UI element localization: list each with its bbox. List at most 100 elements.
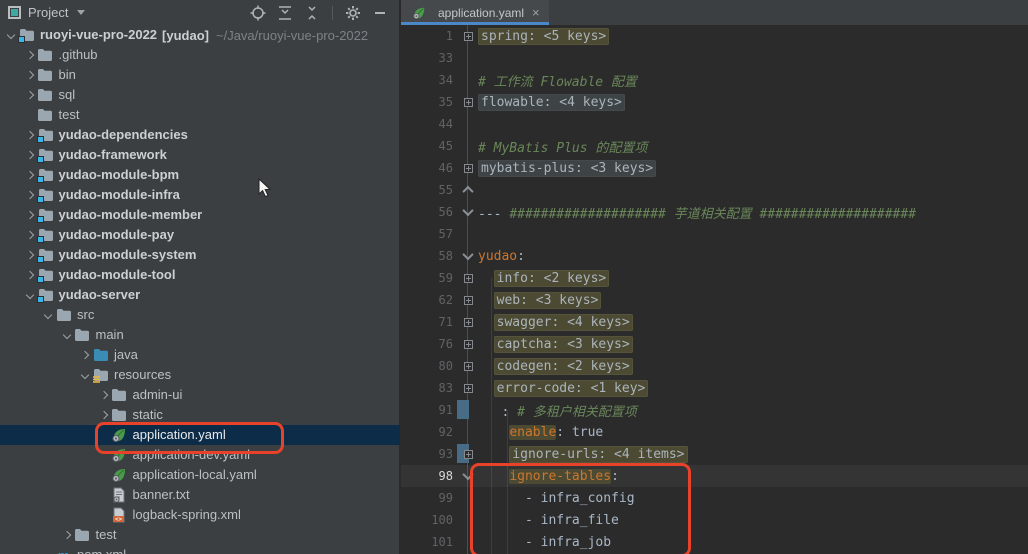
line-number: 100 xyxy=(401,513,453,527)
fold-collapsed-icon[interactable] xyxy=(461,157,475,179)
fold-collapsed-icon[interactable] xyxy=(461,355,475,377)
expand-all-button[interactable] xyxy=(276,4,294,22)
tree-item-logback-spring.xml[interactable]: <>logback-spring.xml xyxy=(0,505,400,525)
editor-line-45[interactable]: 45# MyBatis Plus 的配置项 xyxy=(401,135,1028,157)
chevron-down-icon[interactable] xyxy=(60,328,74,342)
editor-line-83[interactable]: 83 error-code: <1 key> xyxy=(401,377,1028,399)
editor-line-35[interactable]: 35flowable: <4 keys> xyxy=(401,91,1028,113)
chevron-right-icon[interactable] xyxy=(23,188,37,202)
tree-item-application-local.yaml[interactable]: application-local.yaml xyxy=(0,465,400,485)
tree-item-yudao-server[interactable]: yudao-server xyxy=(0,285,400,305)
fold-collapsed-icon[interactable] xyxy=(461,311,475,333)
tree-item-yudao-module-bpm[interactable]: yudao-module-bpm xyxy=(0,165,400,185)
chevron-right-icon[interactable] xyxy=(78,348,92,362)
chevron-right-icon[interactable] xyxy=(23,148,37,162)
tree-item-bin[interactable]: bin xyxy=(0,65,400,85)
tree-item-admin-ui[interactable]: admin-ui xyxy=(0,385,400,405)
editor-line-101[interactable]: 101 - infra_job xyxy=(401,531,1028,553)
tree-item-src[interactable]: src xyxy=(0,305,400,325)
chevron-right-icon[interactable] xyxy=(97,408,111,422)
chevron-right-icon[interactable] xyxy=(23,168,37,182)
tree-item-test[interactable]: test xyxy=(0,525,400,545)
settings-gear-button[interactable] xyxy=(344,4,362,22)
editor-line-91[interactable]: 91 : # 多租户相关配置项 xyxy=(401,399,1028,421)
tree-item-sql[interactable]: sql xyxy=(0,85,400,105)
fold-collapsed-icon[interactable] xyxy=(461,377,475,399)
tree-item-banner.txt[interactable]: banner.txt xyxy=(0,485,400,505)
tree-item-main[interactable]: main xyxy=(0,325,400,345)
fold-expanded-start-icon[interactable] xyxy=(461,465,475,487)
fold-collapsed-icon[interactable] xyxy=(461,443,475,465)
editor-line-100[interactable]: 100 - infra_file xyxy=(401,509,1028,531)
editor-line-44[interactable]: 44 xyxy=(401,113,1028,135)
project-view-selector[interactable]: Project xyxy=(8,5,85,20)
tree-item-yudao-module-infra[interactable]: yudao-module-infra xyxy=(0,185,400,205)
fold-expanded-start-icon[interactable] xyxy=(461,201,475,223)
chevron-right-icon[interactable] xyxy=(60,528,74,542)
fold-collapsed-icon[interactable] xyxy=(461,289,475,311)
fold-expanded-end-icon[interactable] xyxy=(461,179,475,201)
chevron-down-icon[interactable] xyxy=(23,288,37,302)
module-folder-icon xyxy=(37,267,54,283)
chevron-right-icon[interactable] xyxy=(23,48,37,62)
chevron-right-icon[interactable] xyxy=(23,208,37,222)
editor-line-99[interactable]: 99 - infra_config xyxy=(401,487,1028,509)
code-area[interactable]: 1spring: <5 keys>3334# 工作流 Flowable 配置35… xyxy=(401,25,1028,554)
chevron-right-icon[interactable] xyxy=(23,88,37,102)
code-segment-fold-olive: spring: <5 keys> xyxy=(478,28,609,45)
fold-collapsed-icon[interactable] xyxy=(461,333,475,355)
editor-line-46[interactable]: 46mybatis-plus: <3 keys> xyxy=(401,157,1028,179)
editor-line-93[interactable]: 93 ignore-urls: <4 items> xyxy=(401,443,1028,465)
editor-line-59[interactable]: 59 info: <2 keys> xyxy=(401,267,1028,289)
editor-line-76[interactable]: 76 captcha: <3 keys> xyxy=(401,333,1028,355)
hide-panel-button[interactable] xyxy=(371,4,389,22)
editor-line-92[interactable]: 92 enable: true xyxy=(401,421,1028,443)
chevron-down-icon[interactable] xyxy=(78,368,92,382)
tab-close-icon[interactable]: × xyxy=(532,6,540,19)
tree-item-yudao-dependencies[interactable]: yudao-dependencies xyxy=(0,125,400,145)
chevron-right-icon[interactable] xyxy=(23,68,37,82)
code-segment-key: yudao xyxy=(478,249,517,264)
tree-item-test[interactable]: test xyxy=(0,105,400,125)
editor-line-71[interactable]: 71 swagger: <4 keys> xyxy=(401,311,1028,333)
tree-item-application-dev.yaml[interactable]: application-dev.yaml xyxy=(0,445,400,465)
tree-item-yudao-module-pay[interactable]: yudao-module-pay xyxy=(0,225,400,245)
fold-expanded-start-icon[interactable] xyxy=(461,245,475,267)
chevron-down-icon[interactable] xyxy=(4,28,18,42)
editor-line-56[interactable]: 56--- #################### 芋道相关配置 ######… xyxy=(401,201,1028,223)
editor-line-98[interactable]: 98 ignore-tables: xyxy=(401,465,1028,487)
chevron-right-icon[interactable] xyxy=(23,248,37,262)
fold-collapsed-icon[interactable] xyxy=(461,25,475,47)
tree-item-pom.xml[interactable]: mpom.xml xyxy=(0,545,400,554)
tree-item-java[interactable]: java xyxy=(0,345,400,365)
editor-line-80[interactable]: 80 codegen: <2 keys> xyxy=(401,355,1028,377)
chevron-right-icon[interactable] xyxy=(23,228,37,242)
chevron-down-icon[interactable] xyxy=(41,308,55,322)
chevron-right-icon[interactable] xyxy=(97,388,111,402)
editor-line-58[interactable]: 58yudao: xyxy=(401,245,1028,267)
editor-line-34[interactable]: 34# 工作流 Flowable 配置 xyxy=(401,69,1028,91)
tree-item-resources[interactable]: resources xyxy=(0,365,400,385)
tree-item-ruoyi-vue-pro-2022[interactable]: ruoyi-vue-pro-2022[yudao]~/Java/ruoyi-vu… xyxy=(0,25,400,45)
tab-application-yaml[interactable]: application.yaml × xyxy=(401,0,549,25)
tree-item-.github[interactable]: .github xyxy=(0,45,400,65)
editor-line-62[interactable]: 62 web: <3 keys> xyxy=(401,289,1028,311)
tree-item-yudao-module-system[interactable]: yudao-module-system xyxy=(0,245,400,265)
chevron-right-icon[interactable] xyxy=(23,268,37,282)
tree-item-application.yaml[interactable]: application.yaml xyxy=(0,425,400,445)
tree-item-static[interactable]: static xyxy=(0,405,400,425)
tree-item-yudao-framework[interactable]: yudao-framework xyxy=(0,145,400,165)
chevron-right-icon[interactable] xyxy=(23,128,37,142)
locate-file-button[interactable] xyxy=(249,4,267,22)
code-text: yudao: xyxy=(478,249,525,264)
tree-item-yudao-module-tool[interactable]: yudao-module-tool xyxy=(0,265,400,285)
fold-collapsed-icon[interactable] xyxy=(461,267,475,289)
chevron-spacer xyxy=(97,508,111,522)
editor-line-1[interactable]: 1spring: <5 keys> xyxy=(401,25,1028,47)
tree-item-yudao-module-member[interactable]: yudao-module-member xyxy=(0,205,400,225)
collapse-all-button[interactable] xyxy=(303,4,321,22)
editor-line-55[interactable]: 55 xyxy=(401,179,1028,201)
editor-line-57[interactable]: 57 xyxy=(401,223,1028,245)
editor-line-33[interactable]: 33 xyxy=(401,47,1028,69)
fold-collapsed-icon[interactable] xyxy=(461,91,475,113)
